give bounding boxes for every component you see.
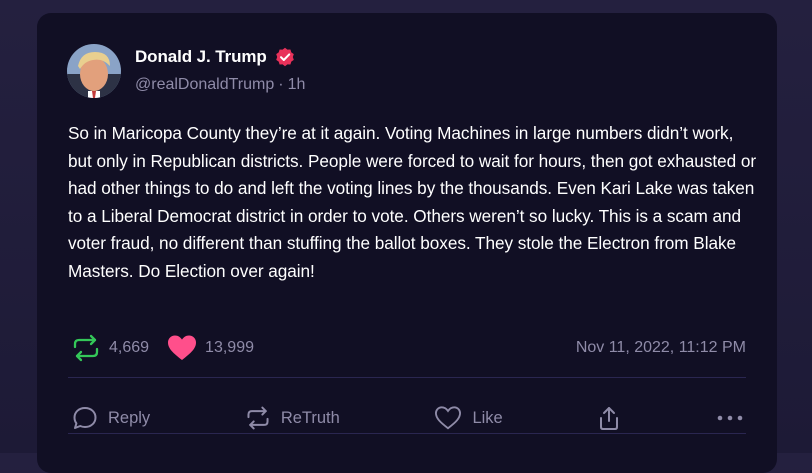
retruth-stat[interactable]: 4,669 [71,333,149,363]
retruth-button[interactable]: ReTruth [245,405,340,431]
reply-label: Reply [108,408,151,427]
like-button[interactable]: Like [434,405,503,431]
like-count: 13,999 [205,339,254,356]
retruth-label: ReTruth [280,408,340,427]
like-label: Like [472,408,503,427]
actions-divider [68,433,746,434]
retruth-icon [71,333,101,363]
author-row: Donald J. Trump [135,47,295,67]
heart-filled-icon [167,334,197,362]
reply-bubble-icon [72,405,98,431]
meta-separator: · [278,76,284,93]
more-options-button[interactable] [716,414,744,422]
more-dots-icon [716,414,744,422]
author-handle[interactable]: @realDonaldTrump [135,76,274,94]
action-bar: Reply ReTruth Like [72,391,744,445]
like-stat[interactable]: 13,999 [167,334,254,362]
post-card: Donald J. Trump @realDonaldTrump · 1h So… [37,13,777,473]
share-button[interactable] [597,405,621,431]
handle-row: @realDonaldTrump · 1h [135,76,305,94]
retruth-icon [245,405,271,431]
heart-outline-icon [434,405,462,431]
post-stats: 4,669 13,999 Nov 11, 2022, 11:12 PM [71,331,746,365]
verified-badge-icon [275,47,295,67]
retruth-count: 4,669 [109,339,150,356]
post-age[interactable]: 1h [288,76,306,94]
post-timestamp[interactable]: Nov 11, 2022, 11:12 PM [576,339,746,357]
author-name[interactable]: Donald J. Trump [135,47,267,67]
stats-divider [68,377,746,378]
share-icon [597,405,621,431]
reply-button[interactable]: Reply [72,405,150,431]
avatar[interactable] [67,44,121,98]
post-body: So in Maricopa County they’re at it agai… [68,123,757,281]
